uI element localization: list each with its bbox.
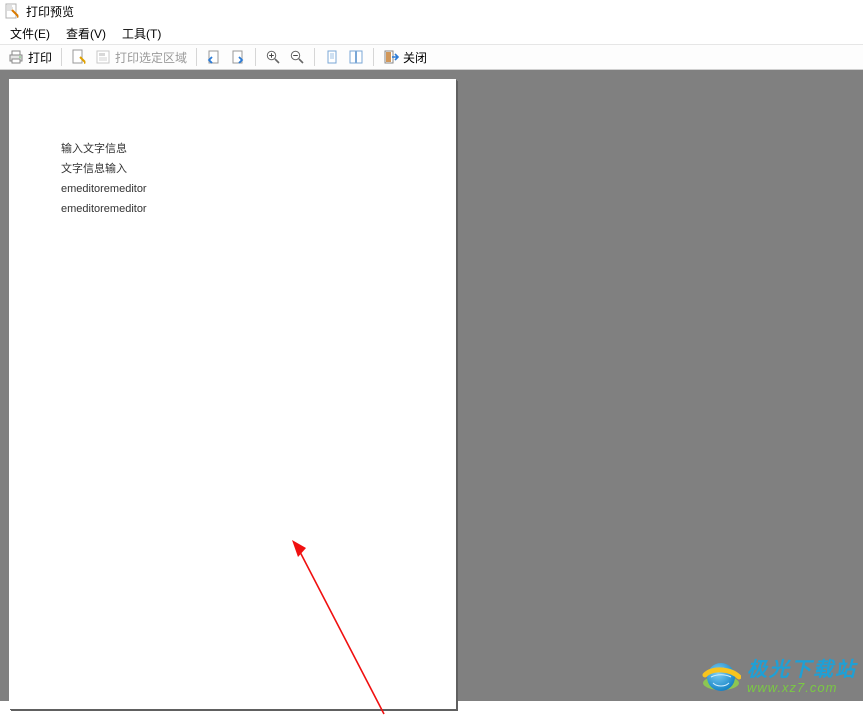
doc-line: emeditoremeditor [61, 179, 147, 199]
close-label: 关闭 [403, 49, 427, 66]
single-page-icon [324, 49, 340, 65]
printer-icon [8, 49, 24, 65]
prev-page-button[interactable] [202, 46, 226, 68]
next-page-button[interactable] [226, 46, 250, 68]
doc-line: 文字信息输入 [61, 159, 147, 179]
separator [314, 48, 315, 66]
preview-page: 输入文字信息 文字信息输入 emeditoremeditor emeditore… [9, 79, 456, 709]
title-bar: 打印预览 [0, 0, 863, 22]
print-selection-button[interactable]: 打印选定区域 [91, 46, 191, 68]
toolbar: 打印 打印选定区域 [0, 44, 863, 70]
single-page-button[interactable] [320, 46, 344, 68]
page-prev-icon [206, 49, 222, 65]
page-pencil-icon [71, 49, 87, 65]
doc-line: emeditoremeditor [61, 199, 147, 219]
separator [196, 48, 197, 66]
close-button[interactable]: 关闭 [379, 46, 431, 68]
page-content: 输入文字信息 文字信息输入 emeditoremeditor emeditore… [61, 139, 147, 219]
print-selection-label: 打印选定区域 [115, 49, 187, 66]
doc-line: 输入文字信息 [61, 139, 147, 159]
multi-page-button[interactable] [344, 46, 368, 68]
zoom-in-button[interactable] [261, 46, 285, 68]
preview-workspace: 输入文字信息 文字信息输入 emeditoremeditor emeditore… [0, 70, 863, 701]
door-close-icon [383, 49, 399, 65]
menu-tools[interactable]: 工具(T) [114, 23, 169, 44]
separator [61, 48, 62, 66]
zoom-out-icon [289, 49, 305, 65]
window-title: 打印预览 [26, 3, 74, 20]
separator [373, 48, 374, 66]
selection-icon [95, 49, 111, 65]
multi-page-icon [348, 49, 364, 65]
separator [255, 48, 256, 66]
zoom-in-icon [265, 49, 281, 65]
app-icon [4, 3, 20, 19]
print-button[interactable]: 打印 [4, 46, 56, 68]
page-next-icon [230, 49, 246, 65]
menu-bar: 文件(E) 查看(V) 工具(T) [0, 22, 863, 44]
menu-view[interactable]: 查看(V) [58, 23, 114, 44]
print-label: 打印 [28, 49, 52, 66]
menu-file[interactable]: 文件(E) [2, 23, 58, 44]
annotation-arrow-icon [289, 539, 409, 719]
page-setup-button[interactable] [67, 46, 91, 68]
zoom-out-button[interactable] [285, 46, 309, 68]
